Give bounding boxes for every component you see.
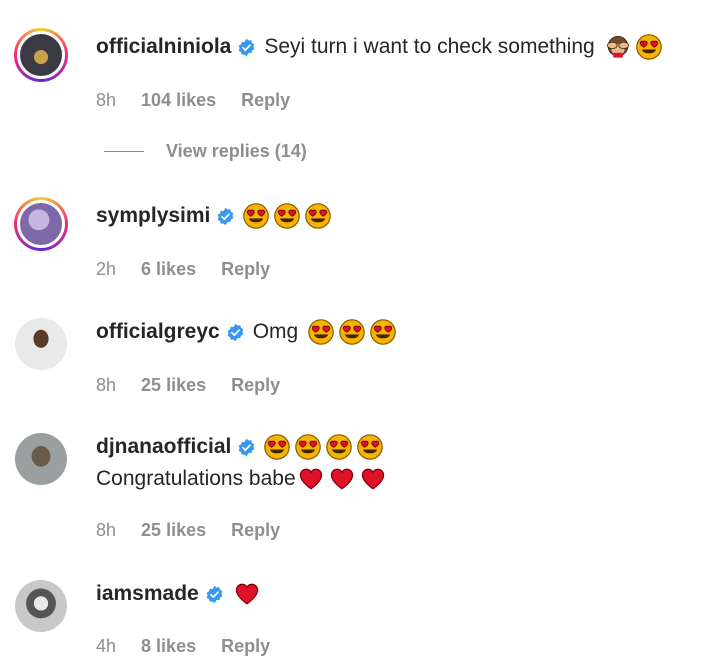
heart-eyes-emoji-icon — [326, 434, 352, 460]
heart-eyes-emoji-icon — [295, 434, 321, 460]
username[interactable]: symplysimi — [96, 202, 210, 230]
heart-eyes-emoji-icon — [274, 203, 300, 229]
comment-line: symplysimi — [96, 202, 331, 230]
verified-badge-icon — [237, 438, 256, 457]
comment-likes[interactable]: 8 likes — [141, 636, 196, 656]
red-heart-emoji-icon — [360, 466, 386, 492]
comment-iamsmade: iamsmade 4h 8 likes Reply — [0, 560, 720, 664]
comment-time: 2h — [96, 259, 117, 279]
username[interactable]: djnanaofficial — [96, 433, 231, 461]
view-replies-button[interactable]: View replies (14) — [104, 141, 307, 162]
avatar[interactable] — [15, 318, 67, 370]
username[interactable]: officialniniola — [96, 33, 231, 61]
heart-eyes-emoji-icon — [308, 319, 334, 345]
heart-eyes-emoji-icon — [636, 34, 662, 60]
comment-meta: 8h 104 likes Reply — [96, 90, 310, 111]
verified-badge-icon — [216, 207, 235, 226]
avatar[interactable] — [14, 197, 68, 251]
comment-symplysimi: symplysimi 2h 6 likes Reply — [0, 190, 720, 305]
comment-line: djnanaofficial — [96, 433, 383, 461]
heart-eyes-emoji-icon — [305, 203, 331, 229]
heart-eyes-emoji-icon — [370, 319, 396, 345]
comment-meta: 8h 25 likes Reply — [96, 375, 300, 396]
monkey-emoji-icon — [605, 34, 631, 60]
heart-eyes-emoji-icon — [264, 434, 290, 460]
comment-meta: 4h 8 likes Reply — [96, 636, 290, 657]
avatar[interactable] — [14, 28, 68, 82]
red-heart-emoji-icon — [234, 581, 260, 607]
comment-line-2: Congratulations babe — [96, 465, 386, 493]
heart-eyes-emoji-icon — [357, 434, 383, 460]
reply-button[interactable]: Reply — [221, 636, 270, 656]
comment-meta: 8h 25 likes Reply — [96, 520, 300, 541]
comment-likes[interactable]: 6 likes — [141, 259, 196, 279]
comment-text-2: Congratulations babe — [96, 467, 296, 490]
comment-likes[interactable]: 25 likes — [141, 520, 206, 540]
avatar[interactable] — [15, 433, 67, 485]
comment-line: iamsmade — [96, 580, 260, 608]
comment-time: 4h — [96, 636, 117, 656]
red-heart-emoji-icon — [298, 466, 324, 492]
username[interactable]: officialgreyc — [96, 318, 220, 346]
comment-line: officialgreyc Omg — [96, 318, 396, 346]
reply-button[interactable]: Reply — [221, 259, 270, 279]
comment-line: officialniniola Seyi turn i want to chec… — [96, 33, 662, 61]
comment-likes[interactable]: 104 likes — [141, 90, 216, 110]
replies-divider — [104, 151, 144, 152]
comment-text: Omg — [252, 320, 299, 343]
comment-meta: 2h 6 likes Reply — [96, 259, 290, 280]
verified-badge-icon — [226, 323, 245, 342]
comment-likes[interactable]: 25 likes — [141, 375, 206, 395]
comment-time: 8h — [96, 375, 117, 395]
verified-badge-icon — [237, 38, 256, 57]
verified-badge-icon — [205, 585, 224, 604]
comment-text: Seyi turn i want to check something — [264, 35, 595, 58]
red-heart-emoji-icon — [329, 466, 355, 492]
heart-eyes-emoji-icon — [339, 319, 365, 345]
reply-button[interactable]: Reply — [231, 520, 280, 540]
heart-eyes-emoji-icon — [243, 203, 269, 229]
reply-button[interactable]: Reply — [231, 375, 280, 395]
comment-officialniniola: officialniniola Seyi turn i want to chec… — [0, 0, 720, 190]
comment-time: 8h — [96, 520, 117, 540]
username[interactable]: iamsmade — [96, 580, 199, 608]
reply-button[interactable]: Reply — [241, 90, 290, 110]
comment-officialgreyc: officialgreyc Omg 8h 25 likes Reply — [0, 305, 720, 420]
avatar[interactable] — [15, 580, 67, 632]
comment-time: 8h — [96, 90, 117, 110]
view-replies-label: View replies (14) — [166, 141, 307, 161]
comment-djnanaofficial: djnanaofficial Congratulations babe 8h 2… — [0, 420, 720, 560]
